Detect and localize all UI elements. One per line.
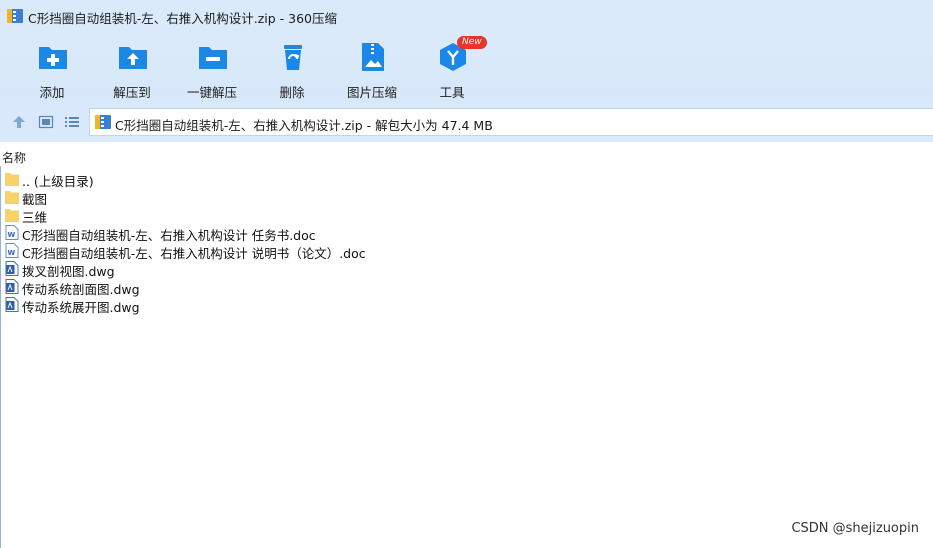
- list-item-dwg[interactable]: 传动系统剖面图.dwg: [5, 277, 605, 297]
- add-label: 添加: [39, 85, 65, 100]
- delete-label: 删除: [279, 85, 305, 100]
- list-view-icon[interactable]: [64, 114, 80, 130]
- dwg-file-icon: [5, 261, 19, 276]
- one-click-extract-button[interactable]: 一键解压: [179, 38, 245, 100]
- column-header-name[interactable]: 名称: [2, 149, 26, 166]
- image-compress-icon: [362, 43, 384, 71]
- dwg-file-icon: [5, 279, 19, 294]
- list-item-dwg[interactable]: 拨叉剖视图.dwg: [5, 259, 605, 279]
- word-doc-icon: W: [5, 243, 19, 258]
- new-badge: New: [457, 36, 487, 49]
- navigation-bar: C形挡圈自动组装机-左、右推入机构设计.zip - 解包大小为 47.4 MB: [0, 102, 933, 142]
- one-click-extract-icon: [199, 47, 227, 69]
- toolbar: 添加 解压到 一键解压 删除 图片压缩 New 工具: [0, 32, 933, 102]
- list-item-folder[interactable]: 截图: [5, 187, 605, 207]
- watermark: CSDN @shejizuopin: [791, 521, 919, 536]
- list-item-dwg[interactable]: 传动系统展开图.dwg: [5, 295, 605, 315]
- tools-button[interactable]: New 工具: [419, 36, 487, 100]
- list-item-folder[interactable]: 三维: [5, 205, 605, 225]
- file-name: 传动系统展开图.dwg: [22, 300, 140, 315]
- address-bar[interactable]: C形挡圈自动组装机-左、右推入机构设计.zip - 解包大小为 47.4 MB: [89, 108, 933, 136]
- dwg-file-icon: [5, 297, 19, 312]
- zip-app-icon: [7, 9, 23, 23]
- add-folder-icon: [39, 47, 67, 69]
- word-doc-icon: W: [5, 225, 19, 240]
- address-text: C形挡圈自动组装机-左、右推入机构设计.zip - 解包大小为 47.4 MB: [115, 118, 493, 133]
- app-window: C形挡圈自动组装机-左、右推入机构设计.zip - 360压缩 添加 解压到 一…: [0, 0, 933, 548]
- extract-to-button[interactable]: 解压到: [99, 38, 165, 100]
- zip-file-icon: [95, 115, 111, 129]
- tools-label: 工具: [439, 85, 465, 100]
- list-item-doc[interactable]: W C形挡圈自动组装机-左、右推入机构设计 任务书.doc: [5, 223, 605, 243]
- recycle-bin-icon: [284, 45, 302, 70]
- delete-button[interactable]: 删除: [259, 38, 325, 100]
- list-item-doc[interactable]: W C形挡圈自动组装机-左、右推入机构设计 说明书（论文）.doc: [5, 241, 605, 261]
- extract-to-label: 解压到: [113, 85, 151, 100]
- image-compress-label: 图片压缩: [346, 85, 397, 100]
- list-item-parent-dir[interactable]: .. (上级目录): [5, 169, 605, 189]
- one-click-extract-label: 一键解压: [186, 85, 237, 100]
- window-title: C形挡圈自动组装机-左、右推入机构设计.zip - 360压缩: [28, 11, 337, 26]
- thumbnail-view-icon[interactable]: [38, 114, 54, 130]
- up-arrow-icon[interactable]: [11, 114, 27, 130]
- title-bar: C形挡圈自动组装机-左、右推入机构设计.zip - 360压缩: [0, 0, 933, 32]
- add-button[interactable]: 添加: [19, 38, 85, 100]
- svg-text:W: W: [8, 231, 16, 239]
- extract-to-icon: [119, 47, 147, 69]
- image-compress-button[interactable]: 图片压缩: [339, 38, 405, 100]
- svg-text:W: W: [8, 249, 16, 257]
- folder-icon: [5, 191, 19, 204]
- file-list: .. (上级目录) 截图 三维 W C形挡圈自动组装机-左、右推入机构设计 任务…: [0, 166, 933, 548]
- folder-icon: [5, 209, 19, 222]
- folder-icon: [5, 173, 19, 186]
